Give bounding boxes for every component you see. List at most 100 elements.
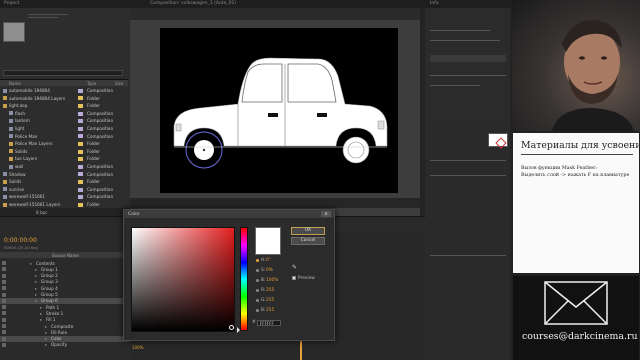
project-item[interactable]: automobile 194864 Composition [0,87,128,95]
label-color-swatch[interactable] [78,187,83,192]
label-color-swatch[interactable] [78,111,83,116]
project-item[interactable]: automobile 194864 Layers Folder [0,95,128,103]
twirl-arrow-icon[interactable]: ▸ [35,298,37,303]
visibility-eye-icon[interactable] [2,273,6,278]
twirl-arrow-icon[interactable]: ▸ [35,273,37,278]
close-icon[interactable]: ✕ [321,210,331,217]
label-color-swatch[interactable] [78,157,83,162]
project-item[interactable]: light Composition [0,125,128,133]
color-field-picker[interactable] [131,227,235,332]
timeline-property-row[interactable]: ▸ Group 4 [0,285,130,291]
channel-radio[interactable] [256,299,259,302]
composition-tab[interactable]: Composition: volkswagen_1 (Auto_01) [150,1,236,6]
opacity-value[interactable]: 100% [132,345,143,350]
column-type[interactable]: Type [87,81,96,86]
timeline-property-row[interactable]: ▸ Group 1 [0,266,130,272]
label-color-swatch[interactable] [78,149,83,154]
timeline-property-row[interactable]: ▸ Group 3 [0,279,130,285]
composition-canvas[interactable] [160,28,398,193]
visibility-eye-icon[interactable] [2,311,6,316]
visibility-eye-icon[interactable] [2,330,6,335]
hue-slider-handle[interactable] [237,327,240,333]
channel-radio[interactable] [256,309,259,312]
visibility-eye-icon[interactable] [2,267,6,272]
project-search-input[interactable] [3,70,123,76]
label-color-swatch[interactable] [78,172,83,177]
timeline-property-row[interactable]: ▸ Group 5 [0,292,130,298]
hue-slider[interactable] [240,227,248,331]
twirl-arrow-icon[interactable]: ▸ [35,267,37,272]
timeline-property-row[interactable]: ▸ Fill Rule [0,329,130,335]
project-item[interactable]: Solids Folder [0,148,128,156]
label-color-swatch[interactable] [78,103,83,108]
timecode-display[interactable]: 0:00:00:00 [4,237,37,244]
timeline-property-row[interactable]: ▸ Group 2 [0,273,130,279]
twirl-arrow-icon[interactable]: ▸ [30,261,32,266]
channel-value[interactable]: 255 [266,298,274,303]
label-color-swatch[interactable] [78,126,83,131]
twirl-arrow-icon[interactable]: ▸ [40,317,42,322]
channel-value[interactable]: 0% [266,268,273,273]
label-color-swatch[interactable] [78,88,83,93]
twirl-arrow-icon[interactable]: ▸ [40,305,42,310]
label-color-swatch[interactable] [78,164,83,169]
channel-radio[interactable] [256,279,259,282]
twirl-arrow-icon[interactable]: ▸ [45,336,47,341]
hex-input[interactable]: FFFFFF [257,320,281,326]
visibility-eye-icon[interactable] [2,305,6,310]
visibility-eye-icon[interactable] [2,342,6,347]
preview-checkbox[interactable] [292,276,296,280]
project-item[interactable]: Police Man Composition [0,133,128,141]
project-item[interactable]: Police Man Layers Folder [0,140,128,148]
label-color-swatch[interactable] [78,141,83,146]
column-name[interactable]: Name [9,81,21,86]
visibility-eye-icon[interactable] [2,324,6,328]
label-color-swatch[interactable] [78,96,83,101]
twirl-arrow-icon[interactable]: ▸ [45,324,47,329]
color-dialog-titlebar[interactable]: Color ✕ [124,210,334,218]
channel-radio[interactable] [256,259,259,262]
ok-button[interactable]: OK [291,227,325,235]
visibility-eye-icon[interactable] [2,336,6,341]
project-item[interactable]: sunrise Composition [0,186,128,194]
label-color-swatch[interactable] [78,179,83,184]
timeline-property-row[interactable]: ▸ Fill 1 [0,317,130,323]
source-name-column[interactable]: Source Name [52,253,79,258]
project-item[interactable]: Solids Folder [0,178,128,186]
project-tab[interactable]: Project [4,1,19,6]
twirl-arrow-icon[interactable]: ▸ [45,330,47,335]
project-item[interactable]: tue Layers Folder [0,155,128,163]
timeline-property-row[interactable]: ▸ Path 1 [0,304,130,310]
timeline-property-row[interactable]: ▸ Stroke 1 [0,310,130,316]
twirl-arrow-icon[interactable]: ▸ [35,279,37,284]
project-item[interactable]: Shadow Composition [0,171,128,179]
visibility-eye-icon[interactable] [2,279,6,284]
channel-value[interactable]: 255 [266,308,274,313]
visibility-eye-icon[interactable] [2,298,6,303]
label-color-swatch[interactable] [78,119,83,124]
visibility-eye-icon[interactable] [2,261,6,265]
channel-radio[interactable] [256,269,259,272]
color-picker-cursor[interactable] [229,325,234,330]
timeline-property-row[interactable]: ▸ Composite [0,323,130,329]
cancel-button[interactable]: Cancel [291,237,325,245]
timeline-property-row[interactable]: ▸ Color [0,335,130,342]
info-tab[interactable]: Info [430,1,439,6]
timeline-property-row[interactable]: ▸ Opacity [0,342,130,348]
twirl-arrow-icon[interactable]: ▸ [40,311,42,316]
timeline-property-row[interactable]: ▸ Group 6 [0,297,130,304]
timeline-property-row[interactable]: ▸ Contents [0,260,130,266]
channel-radio[interactable] [256,289,259,292]
label-color-swatch[interactable] [78,195,83,200]
project-item[interactable]: lantern Composition [0,117,128,125]
twirl-arrow-icon[interactable]: ▸ [35,292,37,297]
channel-value[interactable]: 0° [266,258,271,263]
bpc-label[interactable]: 8 bpc [36,210,48,215]
column-size[interactable]: Size [115,81,123,86]
project-item[interactable]: werewolf-151661 Layers Folder [0,201,128,209]
visibility-eye-icon[interactable] [2,317,6,322]
channel-value[interactable]: 100% [266,278,278,283]
visibility-eye-icon[interactable] [2,286,6,291]
project-item[interactable]: wall Composition [0,163,128,171]
label-color-swatch[interactable] [78,134,83,139]
